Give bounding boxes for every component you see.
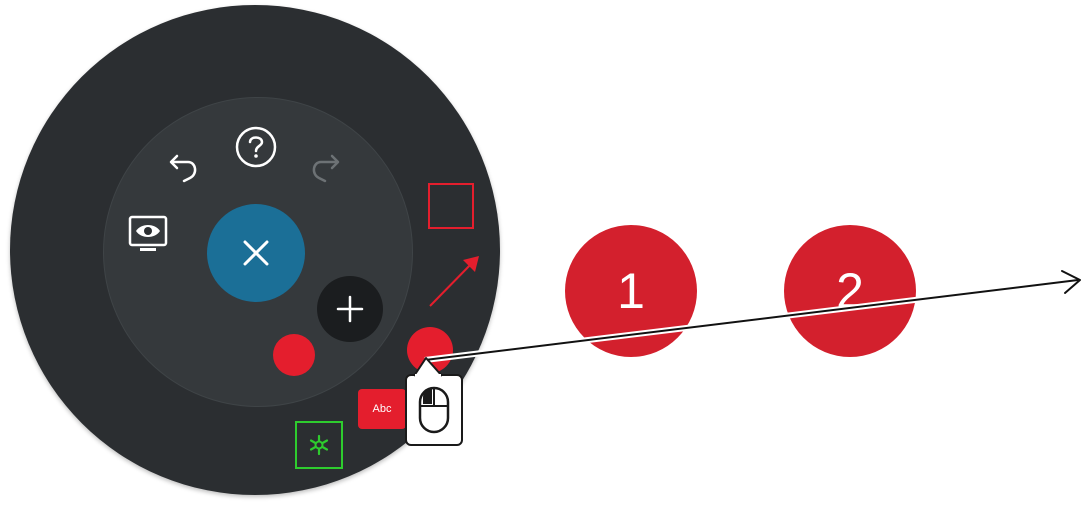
pointer-arrow [424,270,1081,363]
mouse-cursor [405,374,463,446]
mouse-icon [418,386,450,434]
cursor-notch [413,357,443,378]
